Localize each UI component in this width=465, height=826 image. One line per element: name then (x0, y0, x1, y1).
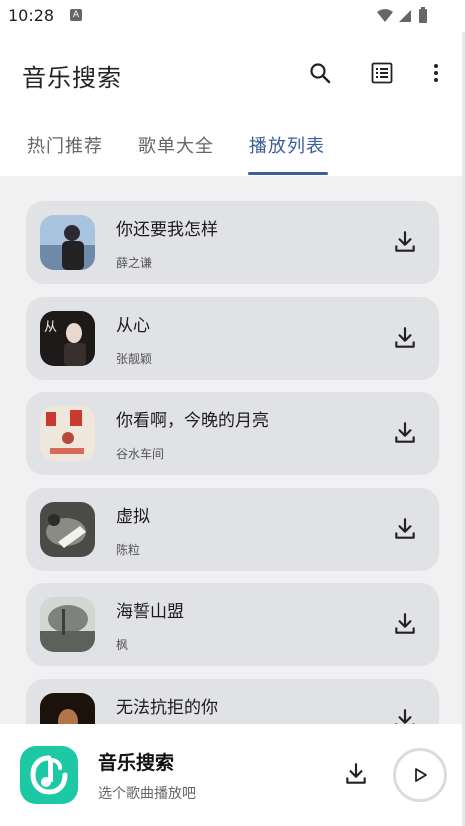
song-title: 无法抗拒的你 (116, 698, 218, 718)
song-item[interactable]: 虚拟 陈粒 (26, 488, 439, 571)
status-icons (375, 7, 435, 29)
app-logo-icon (20, 746, 78, 804)
list-view-button[interactable] (367, 58, 397, 88)
download-icon[interactable] (392, 707, 418, 724)
song-title: 从心 (116, 316, 150, 336)
song-artist: 薛之谦 (116, 256, 153, 270)
search-button[interactable] (305, 58, 335, 88)
album-cover: 从 (40, 311, 95, 366)
notification-icon: A (70, 9, 82, 21)
wifi-signal-battery-icon (377, 7, 427, 23)
song-item[interactable]: 无法抗拒的你 (26, 679, 439, 724)
cover-text: 从 (44, 320, 57, 335)
album-cover (40, 693, 95, 724)
status-time: 10:28 (8, 6, 55, 25)
list-icon (371, 62, 393, 84)
song-title: 你还要我怎样 (116, 220, 218, 240)
search-icon (310, 63, 331, 84)
album-cover (40, 215, 95, 270)
download-icon[interactable] (392, 611, 418, 637)
song-list[interactable]: 你还要我怎样 薛之谦 从 从心 张靓颖 你看啊，今晚的月亮 谷水车间 虚拟 陈粒… (0, 176, 462, 724)
song-item[interactable]: 从 从心 张靓颖 (26, 297, 439, 380)
album-cover (40, 502, 95, 557)
app-title: 音乐搜索 (22, 64, 122, 92)
play-icon (415, 768, 427, 782)
tab-bar: 热门推荐 歌单大全 播放列表 (0, 116, 465, 176)
more-vert-icon (434, 64, 438, 82)
download-icon[interactable] (392, 325, 418, 351)
song-item[interactable]: 海誓山盟 枫 (26, 583, 439, 666)
play-button[interactable] (393, 748, 447, 802)
song-artist: 枫 (116, 638, 129, 652)
download-icon[interactable] (392, 516, 418, 542)
tab-indicator (248, 172, 328, 175)
song-artist: 谷水车间 (116, 447, 165, 461)
song-title: 你看啊，今晚的月亮 (116, 411, 269, 431)
song-title: 海誓山盟 (116, 602, 184, 622)
tab-hot-recommend[interactable]: 热门推荐 (27, 132, 103, 158)
song-title: 虚拟 (116, 507, 150, 527)
player-title: 音乐搜索 (98, 752, 175, 774)
more-options-button[interactable] (421, 58, 451, 88)
song-item[interactable]: 你看啊，今晚的月亮 谷水车间 (26, 392, 439, 475)
song-artist: 陈粒 (116, 543, 141, 557)
status-bar: 10:28 A (0, 0, 465, 32)
download-icon[interactable] (392, 420, 418, 446)
album-cover (40, 597, 95, 652)
mini-player: 音乐搜索 选个歌曲播放吧 (0, 724, 465, 826)
player-subtitle: 选个歌曲播放吧 (98, 786, 196, 802)
album-cover (40, 406, 95, 461)
download-icon[interactable] (392, 229, 418, 255)
song-item[interactable]: 你还要我怎样 薛之谦 (26, 201, 439, 284)
app-bar: 音乐搜索 (0, 32, 465, 116)
download-icon[interactable] (343, 761, 369, 787)
tab-play-queue[interactable]: 播放列表 (249, 132, 325, 158)
song-artist: 张靓颖 (116, 352, 153, 366)
tab-playlists[interactable]: 歌单大全 (138, 132, 214, 158)
